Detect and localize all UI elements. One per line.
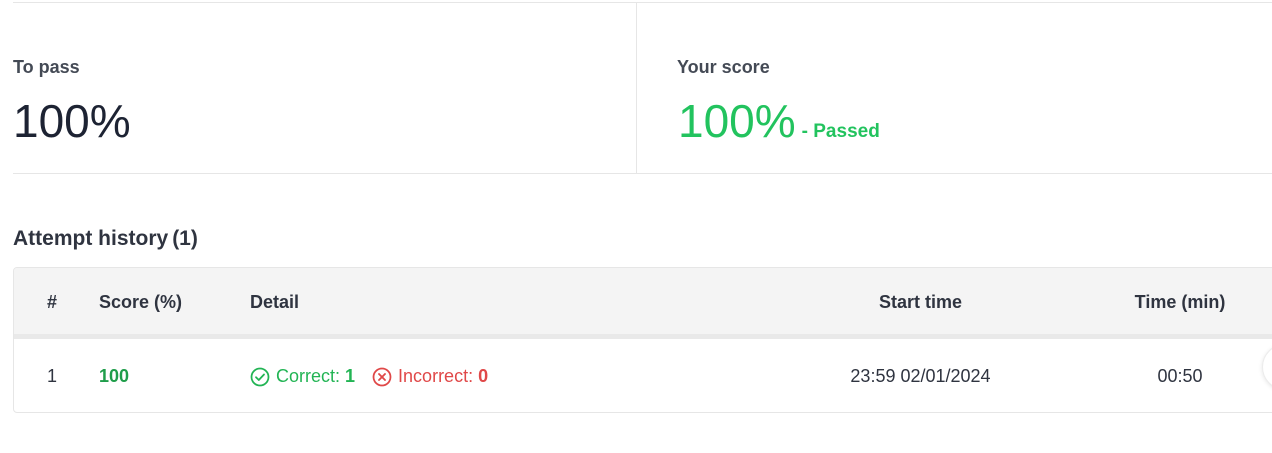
pass-threshold-panel: To pass 100% [13,3,637,173]
incorrect-label: Incorrect: [398,366,474,386]
attempt-history-table: # Score (%) Detail Start time Time (min)… [13,267,1272,413]
correct-label: Correct: [276,366,341,386]
your-score-panel: Your score 100% - Passed [637,3,1272,173]
cut-off-section-heading [13,443,43,453]
x-circle-icon [372,367,392,386]
attempt-duration: 00:50 [1157,366,1203,386]
attempt-history-title: Attempt history (1) [13,227,198,251]
incorrect-count: Incorrect: 0 [372,366,488,387]
attempt-start-time: 23:59 02/01/2024 [850,366,991,386]
your-score-label: Your score [677,57,770,77]
your-score-value: 100% [678,95,796,147]
column-header-score: Score (%) [99,292,183,312]
attempt-detail: Correct: 1 Incorrect: 0 [250,366,500,392]
attempt-score: 100 [99,366,130,386]
correct-value: 1 [345,366,356,386]
table-row[interactable]: 1 100 Correct: 1 Incorrect: 0 23:59 02/0… [14,339,1272,412]
attempt-index: 1 [46,366,57,386]
attempt-history-label: Attempt history [13,227,169,250]
check-circle-icon [250,367,270,386]
table-header: # Score (%) Detail Start time Time (min) [14,268,1272,339]
quiz-result-page: To pass 100% Your score 100% - Passed Att… [0,0,1272,453]
column-header-time: Time (min) [1134,292,1226,312]
column-header-start-time: Start time [878,292,963,312]
column-header-detail: Detail [250,292,300,312]
incorrect-value: 0 [478,366,489,386]
score-summary: To pass 100% Your score 100% - Passed [13,3,1272,174]
pass-label: To pass [13,57,80,77]
pass-status: - Passed [801,121,880,142]
attempt-history-count: (1) [172,227,198,250]
your-score-value-line: 100% - Passed [678,93,880,160]
column-header-index: # [46,292,57,312]
correct-count: Correct: 1 [250,366,355,387]
pass-value: 100% [13,95,131,147]
